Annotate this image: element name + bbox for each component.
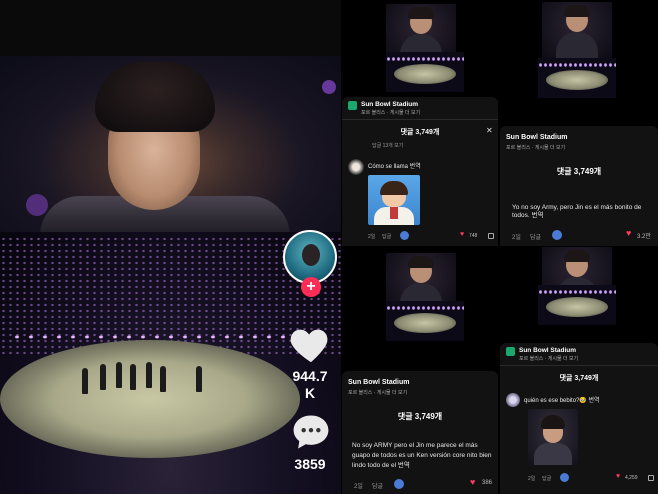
venue-name[interactable]: Sun Bowl Stadium <box>348 379 409 386</box>
stage-lights <box>538 62 616 68</box>
comment-count: 3859 <box>294 456 326 472</box>
heart-icon[interactable]: ♥ <box>626 228 631 238</box>
comment-time: 2일 <box>528 476 536 482</box>
follow-button[interactable]: + <box>301 277 321 297</box>
comment-text: Cómo se llama 번역 <box>368 164 421 170</box>
comment-bubble-icon[interactable] <box>289 410 333 454</box>
stage-lights <box>386 56 464 62</box>
stage-floor <box>0 340 300 458</box>
creator-liked-avatar <box>400 231 409 240</box>
like-count-unit: K <box>304 385 316 401</box>
figure-hair <box>380 181 408 195</box>
performer <box>160 366 166 392</box>
comments-sheet: Sun Bowl Stadium 포르 블리스 · 게시물 더 보기 댓글 3,… <box>342 97 498 246</box>
comment-text: No soy ARMY pero el Jin me parece el más… <box>352 442 492 469</box>
heart-icon[interactable]: ♥ <box>470 477 475 487</box>
avatar-figure <box>302 244 320 266</box>
dislike-icon[interactable] <box>488 233 494 239</box>
performer <box>196 366 202 392</box>
like-count-number: 944.7 <box>292 368 328 384</box>
mini-closeup-photo <box>542 2 612 60</box>
view-replies-link[interactable]: 답글 13개 보기 <box>372 142 403 149</box>
performer <box>146 362 152 388</box>
top-right-quadrant: Sun Bowl Stadium 포르 블리스 · 게시물 더 보기 댓글 3,… <box>342 0 658 246</box>
venue-logo-icon <box>506 347 515 356</box>
performer <box>100 364 106 390</box>
stage-lights <box>386 305 464 311</box>
bokeh-light <box>26 194 48 216</box>
person-hair <box>541 415 565 429</box>
comment-count-header: 댓글 3,749개 <box>559 375 599 382</box>
divider <box>500 365 658 366</box>
venue-name[interactable]: Sun Bowl Stadium <box>506 134 567 141</box>
stage-floor <box>394 64 456 84</box>
comment-text: Yo no soy Army, pero Jin es el más bonit… <box>512 204 642 219</box>
reply-button[interactable]: 답글 <box>542 475 551 482</box>
venue-name[interactable]: Sun Bowl Stadium <box>519 347 576 354</box>
mini-stage-photo <box>538 58 616 98</box>
comment-text: quién es ese bebito?🥹 번역 <box>524 398 600 404</box>
stage-lights <box>10 332 290 342</box>
person-hair <box>408 256 434 268</box>
comment-like-count: 386 <box>482 480 493 486</box>
divider <box>342 119 498 120</box>
heart-icon[interactable]: ♥ <box>460 231 464 238</box>
venue-logo-icon <box>348 101 357 110</box>
comment-image[interactable] <box>528 409 578 465</box>
close-icon[interactable]: ✕ <box>486 126 493 135</box>
comment-time: 2일 <box>512 235 521 241</box>
comment-image[interactable] <box>368 175 420 225</box>
stage-floor <box>394 313 456 333</box>
video-top-bar <box>0 0 341 56</box>
creator-liked-avatar <box>552 230 562 240</box>
performer <box>130 364 136 390</box>
stage-lights <box>538 289 616 295</box>
commenter-avatar[interactable] <box>506 393 520 407</box>
person-hair <box>95 62 215 132</box>
venue-subtitle[interactable]: 포르 블리스 · 게시물 더 보기 <box>361 109 420 116</box>
person-hair <box>408 7 434 19</box>
comment-time: 2일 <box>354 484 363 490</box>
comment-count-header: 댓글 3,749개 <box>397 412 443 421</box>
person-body <box>534 443 572 465</box>
stage-floor <box>546 70 608 90</box>
creator-avatar[interactable] <box>283 230 337 284</box>
performer <box>116 362 122 388</box>
comments-sheet: Sun Bowl Stadium 포르 블리스 · 게시물 더 보기 댓글 3,… <box>342 371 498 494</box>
performer <box>82 368 88 394</box>
reply-button[interactable]: 답글 <box>372 481 383 490</box>
figure-tie <box>390 207 398 219</box>
mini-stage-photo <box>386 301 464 341</box>
bottom-right-quadrant: Sun Bowl Stadium 포르 블리스 · 게시물 더 보기 댓글 3,… <box>342 247 658 494</box>
comment-like-count: 3.2만 <box>637 234 651 240</box>
reply-button[interactable]: 답글 <box>382 233 391 240</box>
venue-subtitle[interactable]: 포르 블리스 · 게시물 더 보기 <box>348 389 407 396</box>
comment-time: 2일 <box>368 234 376 240</box>
creator-liked-avatar <box>394 479 404 489</box>
bokeh-light <box>322 80 336 94</box>
comments-sheet: Sun Bowl Stadium 포르 블리스 · 게시물 더 보기 댓글 3,… <box>500 343 658 494</box>
venue-name[interactable]: Sun Bowl Stadium <box>361 101 418 108</box>
dislike-icon[interactable] <box>648 475 654 481</box>
stage-floor <box>546 297 608 317</box>
closeup-photo <box>0 56 341 236</box>
venue-subtitle[interactable]: 포르 블리스 · 게시물 더 보기 <box>506 144 565 151</box>
heart-icon[interactable]: ♥ <box>616 473 620 480</box>
mini-stage-photo <box>386 52 464 92</box>
person-hair <box>564 250 590 262</box>
like-count: 944.7 K <box>282 368 338 402</box>
heart-icon[interactable] <box>288 322 334 368</box>
reply-button[interactable]: 답글 <box>530 232 541 241</box>
comment-count-header: 댓글 3,749개 <box>556 167 602 176</box>
venue-subtitle[interactable]: 포르 블리스 · 게시물 더 보기 <box>519 355 578 362</box>
person-hair <box>564 5 590 17</box>
comments-sheet: Sun Bowl Stadium 포르 블리스 · 게시물 더 보기 댓글 3,… <box>500 126 658 246</box>
creator-liked-avatar <box>560 473 569 482</box>
comment-count-header: 댓글 3,749개 <box>400 129 440 136</box>
mini-stage-photo <box>538 285 616 325</box>
commenter-avatar[interactable] <box>348 159 364 175</box>
main-video-panel: + 944.7 K 3859 <box>0 0 341 494</box>
comment-like-count: 4,259 <box>625 475 638 481</box>
comment-like-count: 748 <box>469 233 478 239</box>
